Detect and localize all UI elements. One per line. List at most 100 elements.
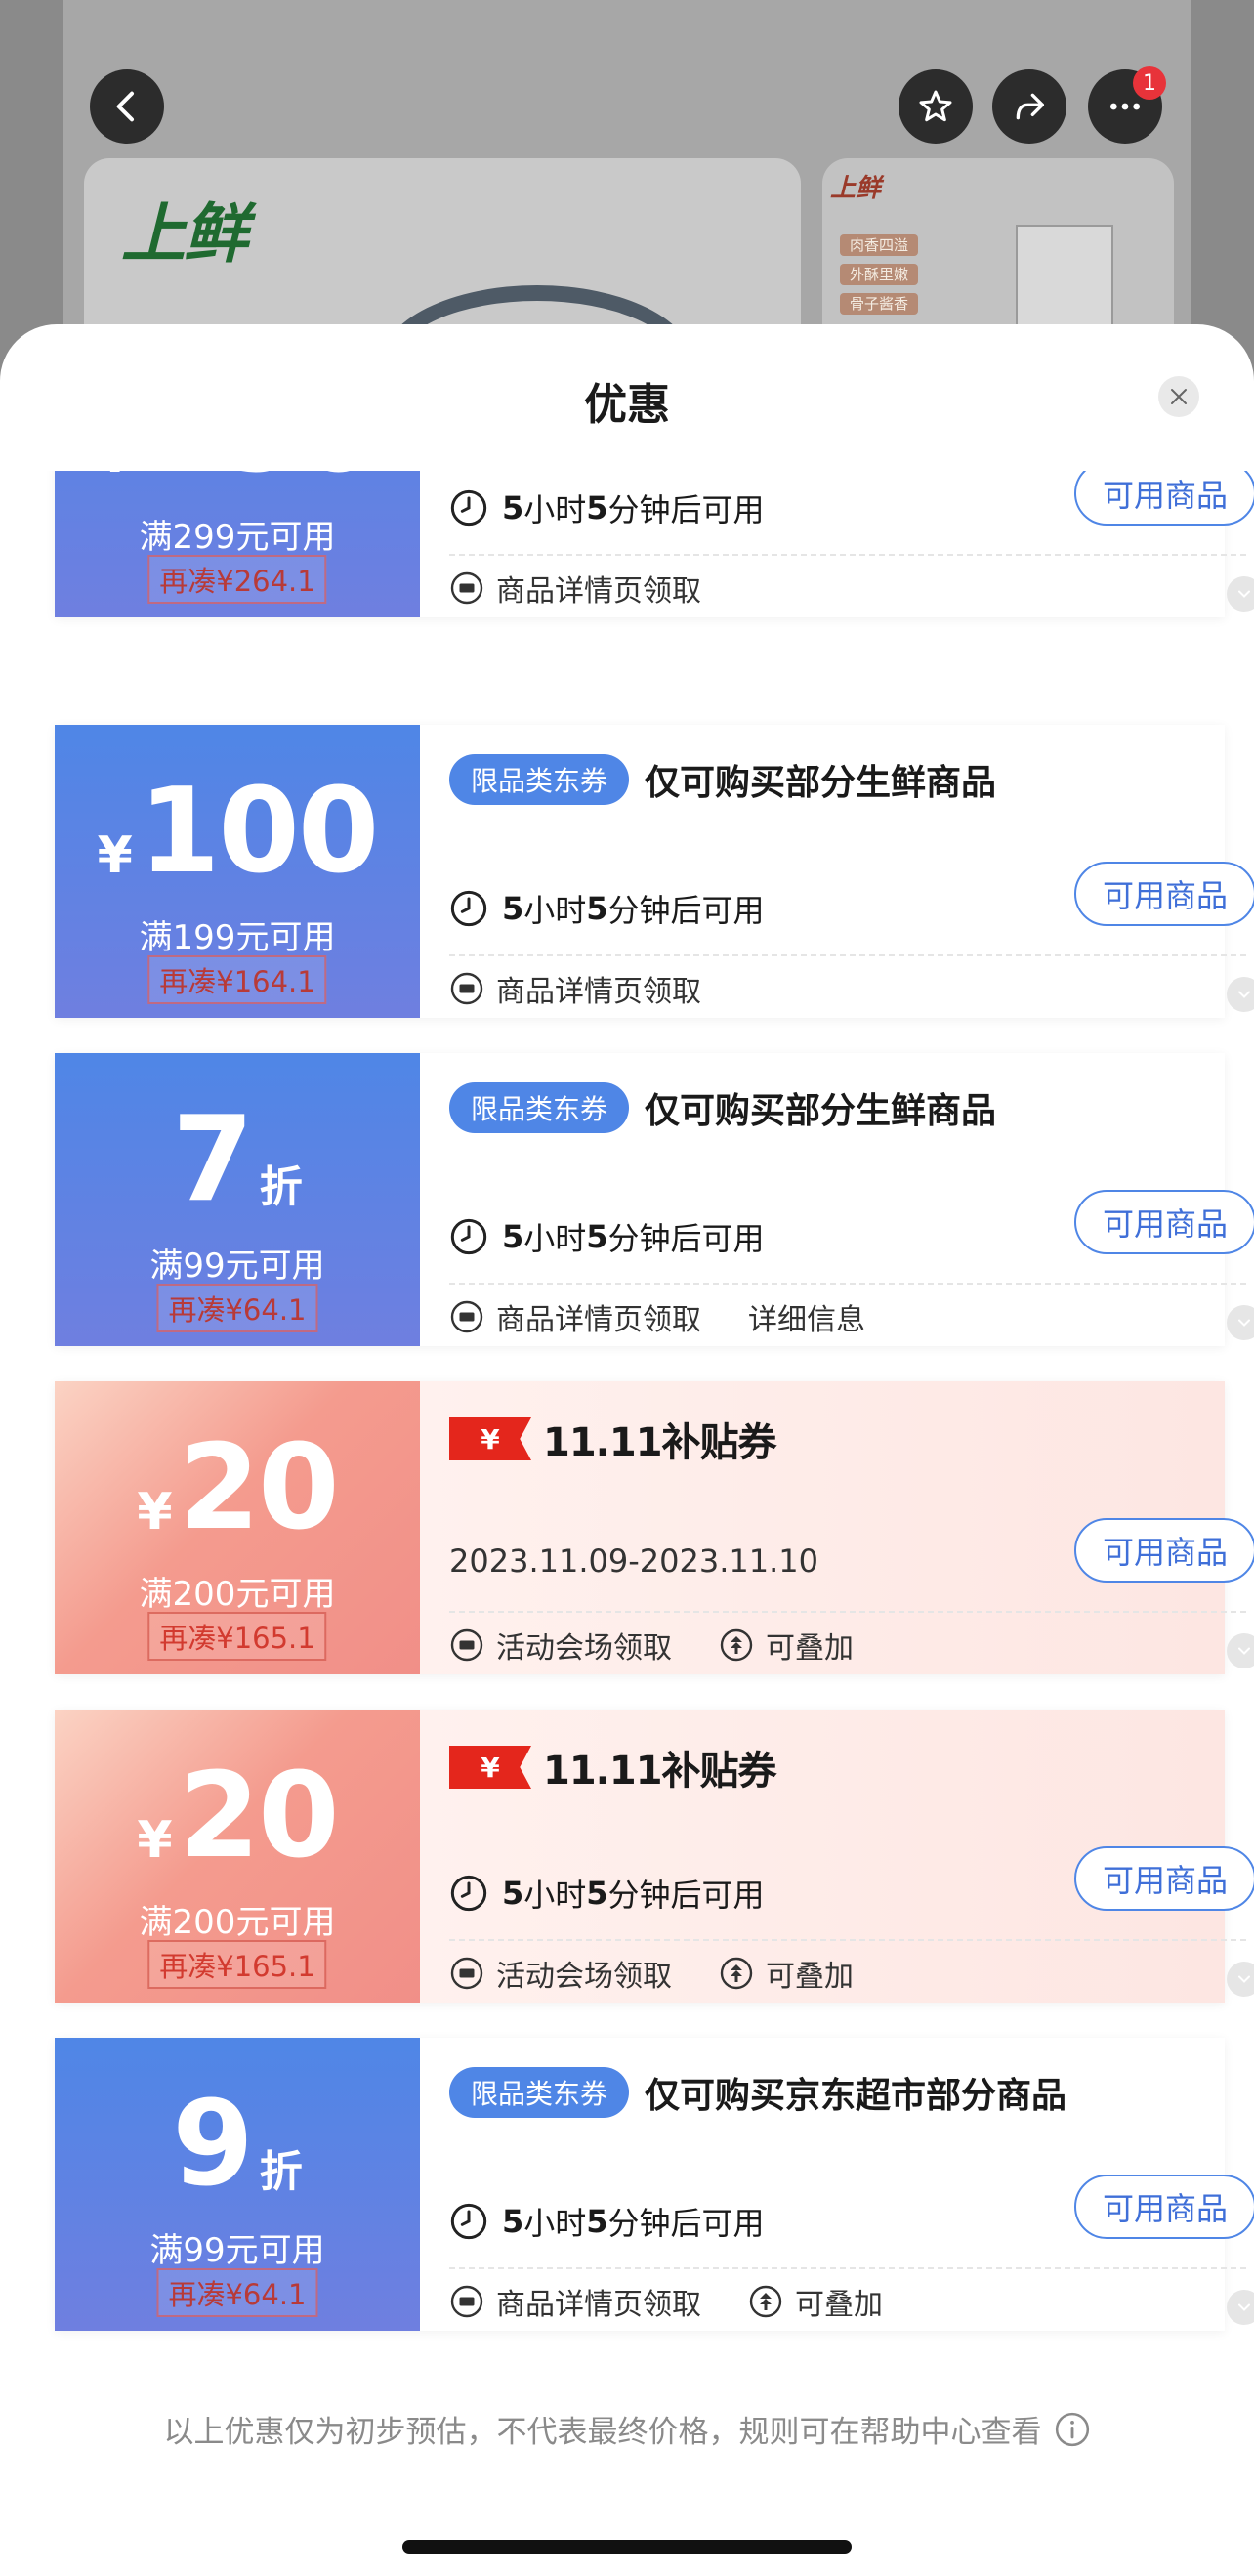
coupon-card[interactable]: 9 折满99元可用 再凑¥64.1 限品类东券 仅可购买京东超市部分商品 5 小时 5 分钟后可… — [55, 2038, 1254, 2331]
coupon-card[interactable]: ¥150满299元可用再凑¥264.15小时5分钟后可用可用商品商品详情页领取 — [55, 471, 1254, 617]
coupon-amount: 7折 — [55, 1102, 420, 1219]
coupon-meta-item[interactable]: 详细信息 — [748, 1295, 865, 1338]
eligible-products-button[interactable]: 可用商品 — [1074, 2175, 1254, 2239]
info-icon[interactable] — [1054, 2411, 1091, 2448]
expand-button[interactable] — [1227, 2290, 1254, 2325]
expand-button[interactable] — [1227, 1633, 1254, 1668]
coupon-meta-row: 商品详情页领取 详细信息 — [449, 1295, 912, 1338]
coupon-value-panel: ¥20 满200元可用 再凑¥165.1 — [55, 1710, 420, 2003]
chevron-down-icon — [1238, 2303, 1250, 2311]
eligible-products-button[interactable]: 可用商品 — [1074, 1518, 1254, 1583]
coupon-value-panel: ¥150 满299元可用再凑¥264.1 — [55, 471, 420, 617]
minutes-label: 分钟后可用 — [607, 1220, 765, 1257]
close-icon — [1171, 389, 1187, 404]
chevron-left-icon — [116, 91, 134, 122]
close-button[interactable] — [1158, 376, 1199, 417]
coupon-value-panel: ¥20 满200元可用 再凑¥165.1 — [55, 1381, 420, 1674]
divider — [449, 954, 1246, 956]
ticket-icon — [450, 571, 483, 605]
amount-value: 9 — [172, 2077, 253, 2213]
hours-value: 5 — [502, 489, 524, 527]
expand-button[interactable] — [1227, 977, 1254, 1012]
remaining-amount: 再凑¥64.1 — [156, 2268, 318, 2317]
expand-button[interactable] — [1227, 1305, 1254, 1340]
chevron-down-icon — [1238, 1319, 1250, 1327]
coupon-meta-item: 可叠加 — [719, 1952, 854, 1995]
coupon-meta-row: 商品详情页领取 可叠加 — [449, 2280, 930, 2323]
ticket-icon — [450, 2285, 483, 2318]
remaining-amount: 再凑¥64.1 — [156, 1284, 318, 1332]
subsidy-title: 11.11补贴券 — [543, 1749, 777, 1794]
sheet-title: 优惠 — [584, 380, 670, 430]
coupon-meta-row: 活动会场领取 可叠加 — [449, 1952, 900, 1995]
coupon-meta-item: 商品详情页领取 — [449, 967, 701, 1010]
chevron-down-icon — [1238, 1647, 1250, 1655]
usage-threshold: 满199元可用 — [139, 918, 336, 957]
remaining-amount: 再凑¥164.1 — [147, 955, 327, 1004]
minutes-value: 5 — [586, 1875, 608, 1912]
coupon-meta-item: 可叠加 — [719, 1624, 854, 1667]
coupon-card[interactable]: ¥100 满199元可用 再凑¥164.1 限品类东券 仅可购买部分生鲜商品 5 小时 5 分钟… — [55, 725, 1254, 1018]
side-product-box — [1016, 225, 1113, 332]
eligible-products-button[interactable]: 可用商品 — [1074, 471, 1254, 526]
coupon-info-panel: 限品类东券 仅可购买京东超市部分商品 5 小时 5 分钟后可用 可用商品 商品详情页领取 可叠加 — [420, 2038, 1254, 2331]
coupon-card[interactable]: 7 折满99元可用 再凑¥64.1 限品类东券 仅可购买部分生鲜商品 5 小时 5 分钟后可用可… — [55, 1053, 1254, 1346]
eligible-products-button[interactable]: 可用商品 — [1074, 1190, 1254, 1254]
usage-threshold: 满99元可用 — [149, 2231, 325, 2270]
coupon-meta-item: 商品详情页领取 — [449, 2280, 701, 2323]
coupon-description: 仅可购买京东超市部分商品 — [645, 2076, 1067, 2116]
coupon-description: 仅可购买部分生鲜商品 — [645, 1091, 997, 1131]
amount-value: 150 — [139, 471, 379, 490]
coupon-meta-text: 详细信息 — [748, 1303, 865, 1337]
coupon-amount: 9折 — [55, 2087, 420, 2204]
discount-unit: 折 — [259, 2147, 303, 2197]
expand-button[interactable] — [1227, 1962, 1254, 1997]
coupon-meta-row: 商品详情页领取 — [449, 567, 748, 610]
remaining-amount: 再凑¥165.1 — [147, 1612, 327, 1661]
usage-threshold: 满200元可用 — [139, 1575, 336, 1614]
stack-icon — [720, 1628, 753, 1662]
validity-row: 5 小时 5 分钟后可用 — [449, 886, 765, 931]
divider — [449, 554, 1246, 556]
usage-threshold: 满200元可用 — [139, 1903, 336, 1942]
coupon-value-panel: 9 折满99元可用 再凑¥64.1 — [55, 2038, 420, 2331]
usage-threshold: 满99元可用 — [149, 1246, 325, 1286]
eligible-products-button[interactable]: 可用商品 — [1074, 1846, 1254, 1911]
hours-label: 小时 — [523, 1877, 587, 1914]
clock-icon — [450, 890, 487, 927]
coupon-card[interactable]: ¥20 满200元可用 再凑¥165.1 ¥11.11补贴券 2023.11.09-20… — [55, 1381, 1254, 1674]
category-tag: 限品类东券 — [449, 2067, 630, 2118]
share-icon — [1016, 93, 1044, 120]
back-button[interactable] — [90, 69, 164, 144]
hours-value: 5 — [502, 2203, 524, 2240]
divider — [449, 1283, 1246, 1285]
divider — [449, 1939, 1246, 1941]
coupon-meta-text: 商品详情页领取 — [496, 2288, 701, 2322]
ticket-icon — [450, 1957, 483, 1990]
hours-label: 小时 — [523, 2205, 587, 2242]
coupon-amount: ¥20 — [55, 1430, 420, 1547]
subsidy-flag: ¥ — [449, 1746, 531, 1789]
chevron-down-icon — [1238, 991, 1250, 998]
coupon-meta-text: 商品详情页领取 — [496, 1303, 701, 1337]
coupon-card[interactable]: ¥20 满200元可用 再凑¥165.1 ¥11.11补贴券 5 小时 5 分钟后可用 可用商品… — [55, 1710, 1254, 2003]
ticket-icon — [450, 972, 483, 1005]
share-button[interactable] — [992, 69, 1066, 144]
coupon-list[interactable]: ¥150满299元可用再凑¥264.15小时5分钟后可用可用商品商品详情页领取¥… — [0, 471, 1254, 2356]
expand-button[interactable] — [1227, 576, 1254, 612]
coupon-meta-text: 活动会场领取 — [496, 1631, 672, 1666]
coupon-header: 限品类东券 仅可购买京东超市部分商品 — [449, 2067, 1066, 2118]
validity-row: 2023.11.09-2023.11.10 — [449, 1542, 818, 1580]
remaining-amount: 再凑¥264.1 — [147, 555, 327, 604]
hours-label: 小时 — [523, 491, 587, 528]
coupon-info-panel: ¥11.11补贴券 2023.11.09-2023.11.10 可用商品 活动会场领取… — [420, 1381, 1254, 1674]
favorite-button[interactable] — [899, 69, 973, 144]
coupon-description: 仅可购买部分生鲜商品 — [645, 763, 997, 803]
currency-symbol: ¥ — [137, 1483, 173, 1541]
hours-value: 5 — [502, 1218, 524, 1255]
coupon-meta-item: 可叠加 — [748, 2280, 883, 2323]
minutes-label: 分钟后可用 — [607, 491, 765, 528]
coupon-meta-text: 可叠加 — [766, 1960, 854, 1994]
eligible-products-button[interactable]: 可用商品 — [1074, 862, 1254, 926]
ticket-icon — [450, 1628, 483, 1662]
